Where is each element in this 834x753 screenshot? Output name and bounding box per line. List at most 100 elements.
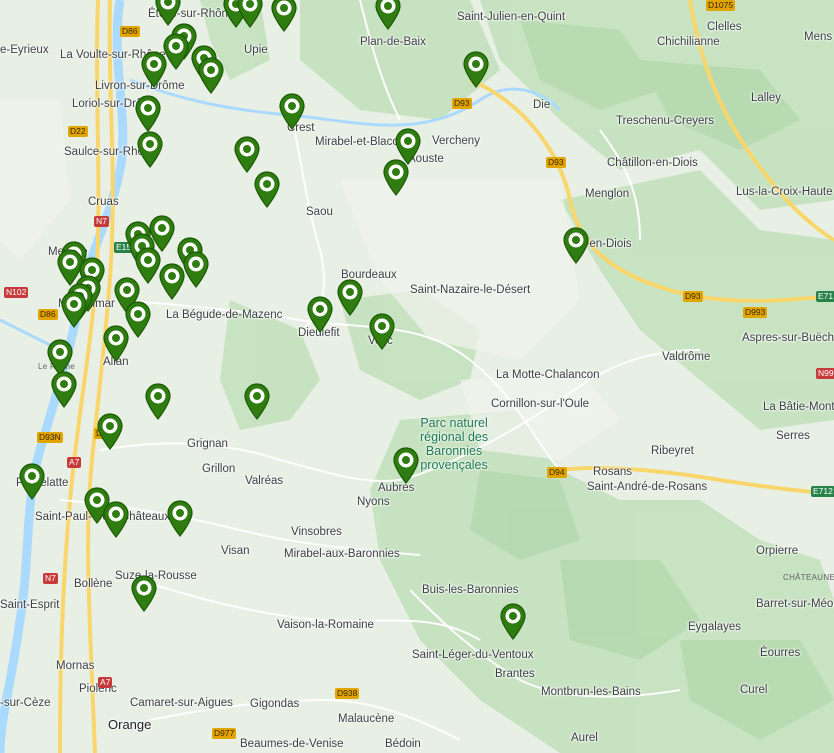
road-shield: D86	[120, 26, 140, 37]
place-label: Visan	[221, 545, 250, 557]
park-label-line: régional des	[420, 430, 489, 444]
park-label-line: Parc naturel	[420, 416, 488, 430]
place-label: La Motte-Chalancon	[496, 369, 600, 381]
place-label: Eygalayes	[688, 621, 742, 633]
place-label: Malaucène	[338, 713, 395, 725]
place-label: Valréas	[245, 475, 284, 487]
place-label: Nyons	[357, 496, 390, 508]
map-marker-icon[interactable]	[135, 130, 165, 168]
place-label: Mens	[804, 31, 833, 43]
map-marker-icon[interactable]	[157, 262, 187, 300]
place-label: Plan-de-Baix	[360, 36, 426, 48]
map-marker-icon[interactable]	[17, 462, 47, 500]
park-label: Parc naturel régional des Baronnies provenç…	[420, 416, 488, 472]
place-label: Châtillon-en-Diois	[607, 157, 698, 169]
place-label: Clelles	[707, 21, 742, 33]
place-label: Vercheny	[432, 135, 480, 147]
place-label: Treschenu-Creyers	[616, 115, 714, 127]
road-shield: E71	[816, 291, 834, 302]
place-label: Grignan	[187, 438, 228, 450]
place-label: Lus-la-Croix-Haute	[736, 186, 833, 198]
place-label: Saint-Nazaire-le-Désert	[410, 284, 531, 296]
map-marker-icon[interactable]	[232, 135, 262, 173]
place-label: Éourres	[760, 647, 801, 659]
road-shield: D993	[743, 307, 768, 318]
map-view[interactable]: Étoile-sur-Rhône Saint-Julien-en-Quint Cle…	[0, 0, 834, 753]
map-marker-icon[interactable]	[461, 50, 491, 88]
place-label: Saint-André-de-Rosans	[587, 481, 708, 493]
map-marker-icon[interactable]	[129, 574, 159, 612]
place-label: Valdrôme	[662, 351, 711, 363]
place-label: Die	[533, 99, 551, 111]
map-marker-icon[interactable]	[49, 370, 79, 408]
place-label: Vinsobres	[291, 526, 342, 538]
map-marker-icon[interactable]	[133, 94, 163, 132]
place-label: Chichilianne	[657, 36, 720, 48]
map-marker-icon[interactable]	[143, 382, 173, 420]
place-label: Orpierre	[756, 545, 799, 557]
place-label: Lalley	[751, 92, 782, 104]
road-shield: D1075	[706, 0, 736, 11]
place-label: La Bâtie-Montsaléon	[763, 401, 834, 413]
road-shield: A7	[98, 677, 113, 688]
map-marker-icon[interactable]	[561, 226, 591, 264]
place-label: Menglon	[585, 188, 630, 200]
road-shield: D977	[212, 728, 237, 739]
map-marker-icon[interactable]	[373, 0, 403, 30]
road-shield: E712	[811, 486, 834, 497]
road-shield: D86	[38, 309, 58, 320]
road-shield: D93N	[37, 432, 63, 443]
place-label: Cornillon-sur-l'Oule	[491, 398, 590, 410]
park-label-line: provençales	[420, 458, 488, 472]
map-marker-icon[interactable]	[498, 602, 528, 640]
road-shield: D94	[547, 467, 567, 478]
map-marker-icon[interactable]	[101, 500, 131, 538]
map-marker-icon[interactable]	[381, 158, 411, 196]
road-shield: N99	[816, 368, 834, 379]
park-label-line: Baronnies	[425, 444, 483, 458]
road-shield: N102	[4, 287, 29, 298]
place-label: Aspres-sur-Buëch	[742, 332, 834, 344]
place-label: Vaison-la-Romaine	[277, 619, 374, 631]
map-marker-icon[interactable]	[277, 92, 307, 130]
place-label: Bollène	[74, 578, 113, 590]
place-label: Brantes	[495, 668, 535, 680]
road-shield: D93	[683, 291, 703, 302]
place-label: Saint-Esprit	[0, 599, 60, 611]
map-marker-icon[interactable]	[235, 0, 265, 28]
place-label: Ribeyret	[651, 445, 694, 457]
place-label: Saou	[306, 206, 333, 218]
place-label: Bédoin	[385, 738, 421, 750]
map-marker-icon[interactable]	[269, 0, 299, 32]
map-marker-icon[interactable]	[367, 312, 397, 350]
place-label: Cruas	[88, 196, 119, 208]
place-label: Buis-les-Baronnies	[422, 584, 519, 596]
map-marker-icon[interactable]	[95, 412, 125, 450]
map-marker-icon[interactable]	[59, 290, 89, 328]
place-label: Mornas	[56, 660, 95, 672]
place-label: Montbrun-les-Bains	[541, 686, 641, 698]
map-marker-icon[interactable]	[242, 382, 272, 420]
area-label: CHÂTEAUNEUF	[783, 573, 834, 582]
place-label: Saint-Léger-du-Ventoux	[412, 649, 534, 661]
place-label: e-Eyrieux	[0, 44, 49, 56]
place-label: Rosans	[593, 466, 632, 478]
place-label: Grillon	[202, 463, 236, 475]
place-label: -sur-Cèze	[0, 697, 51, 709]
map-base-layer	[0, 0, 834, 753]
map-marker-icon[interactable]	[252, 170, 282, 208]
map-marker-icon[interactable]	[139, 50, 169, 88]
place-label: Curel	[740, 684, 768, 696]
map-marker-icon[interactable]	[165, 499, 195, 537]
road-shield: A7	[67, 457, 82, 468]
place-label: Saint-Julien-en-Quint	[457, 11, 566, 23]
place-label: Mirabel-aux-Baronnies	[284, 548, 400, 560]
map-marker-icon[interactable]	[391, 446, 421, 484]
map-marker-icon[interactable]	[305, 295, 335, 333]
map-marker-icon[interactable]	[335, 278, 365, 316]
map-marker-icon[interactable]	[196, 56, 226, 94]
place-label: Serres	[776, 430, 810, 442]
road-shield: D938	[335, 688, 360, 699]
place-label: Camaret-sur-Aigues	[130, 697, 233, 709]
map-marker-icon[interactable]	[101, 324, 131, 362]
